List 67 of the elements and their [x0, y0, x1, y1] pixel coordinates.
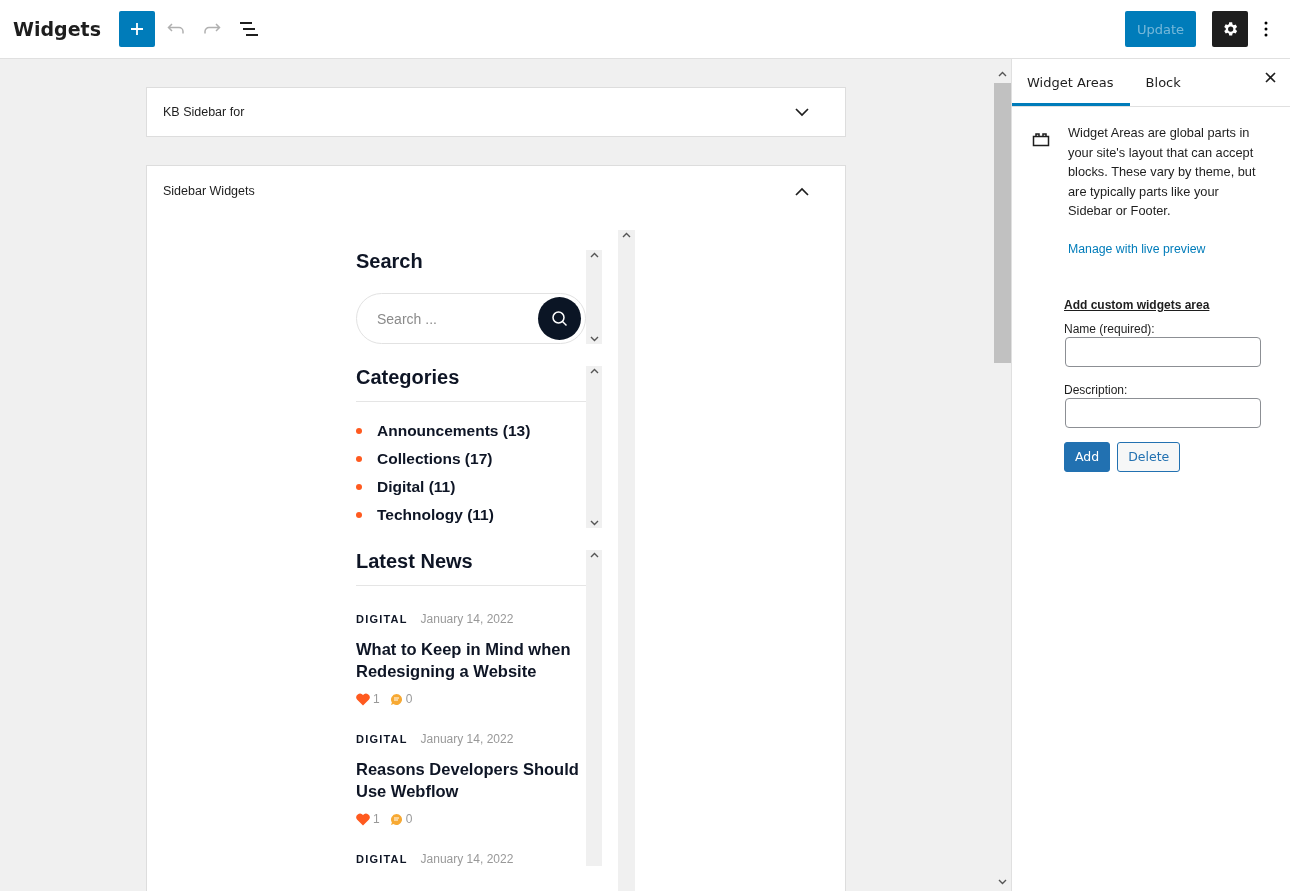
settings-button[interactable] [1212, 11, 1248, 47]
category-link[interactable]: Announcements (13) [377, 422, 531, 440]
scroll-up-icon[interactable] [589, 252, 599, 258]
post-category[interactable]: DIGITAL [356, 853, 408, 865]
search-icon [551, 310, 568, 327]
heart-icon [356, 692, 370, 706]
like-count: 1 [373, 812, 380, 826]
scrollbar[interactable] [586, 366, 602, 528]
post-category[interactable]: DIGITAL [356, 613, 408, 625]
delete-button[interactable]: Delete [1117, 441, 1181, 472]
scroll-up-icon[interactable] [589, 368, 599, 374]
post-date: January 14, 2022 [420, 732, 514, 746]
bullet-icon [356, 484, 362, 490]
undo-icon [166, 23, 185, 35]
scrollbar[interactable] [618, 230, 635, 891]
search-placeholder: Search ... [377, 310, 437, 327]
comment-icon [389, 692, 403, 706]
post-date: January 14, 2022 [420, 852, 514, 866]
bullet-icon [356, 512, 362, 518]
input-field[interactable] [1065, 397, 1261, 428]
field-label: Name (required): [1064, 321, 1156, 336]
scroll-down-icon[interactable] [997, 879, 1007, 885]
category-link[interactable]: Technology (11) [377, 506, 494, 524]
comment-count: 0 [405, 692, 413, 706]
widget-title: Search [356, 250, 424, 274]
scroll-up-icon[interactable] [997, 71, 1007, 77]
comment-icon [389, 812, 403, 826]
scroll-up-icon[interactable] [622, 232, 631, 238]
widget-area-icon [1032, 133, 1050, 147]
post-title[interactable]: Reasons Developers Should Use Webflow [356, 758, 586, 802]
post-title[interactable]: What to Keep in Mind when Redesigning a Website [356, 638, 586, 682]
scrollbar[interactable] [993, 59, 1011, 891]
sidebar-tab[interactable]: Block [1129, 59, 1197, 106]
category-link[interactable]: Collections (17) [377, 450, 493, 468]
plus-icon [129, 22, 144, 36]
post-date: January 14, 2022 [420, 612, 514, 626]
bullet-icon [356, 428, 362, 434]
scroll-up-icon[interactable] [589, 552, 599, 558]
gear-icon [1221, 20, 1239, 38]
like-count: 1 [373, 692, 380, 706]
heart-icon [356, 812, 370, 826]
scroll-down-icon[interactable] [589, 336, 599, 342]
chevron-icon[interactable] [795, 107, 809, 117]
input-field[interactable] [1065, 336, 1261, 367]
panel-title[interactable]: KB Sidebar for [163, 105, 245, 119]
scrollbar[interactable] [586, 250, 602, 344]
close-icon [1264, 71, 1276, 83]
description-text: Widget Areas are global parts in your site's layout that can accept blocks. These vary by theme, but are typically parts like your Sidebar or Footer. [1068, 124, 1257, 220]
bullet-icon [356, 456, 362, 462]
post-category[interactable]: DIGITAL [356, 733, 408, 745]
redo-icon [202, 23, 221, 35]
comment-count: 0 [405, 812, 413, 826]
chevron-icon[interactable] [795, 186, 809, 196]
live-preview-link[interactable]: Manage with live preview [1068, 241, 1262, 256]
category-link[interactable]: Digital (11) [377, 478, 456, 496]
page-title: Widgets [13, 18, 101, 40]
sidebar-tab[interactable]: Widget Areas [1012, 59, 1130, 106]
scrollbar[interactable] [586, 550, 602, 866]
more-icon [1264, 21, 1268, 37]
add-button[interactable]: Add [1064, 441, 1111, 472]
search-button[interactable] [538, 297, 581, 340]
scroll-down-icon[interactable] [589, 520, 599, 526]
list-view-icon [238, 22, 259, 36]
field-label: Description: [1064, 382, 1129, 397]
form-heading: Add custom widgets area [1064, 297, 1211, 312]
panel-title[interactable]: Sidebar Widgets [163, 184, 255, 198]
add-block-button[interactable] [118, 11, 155, 47]
